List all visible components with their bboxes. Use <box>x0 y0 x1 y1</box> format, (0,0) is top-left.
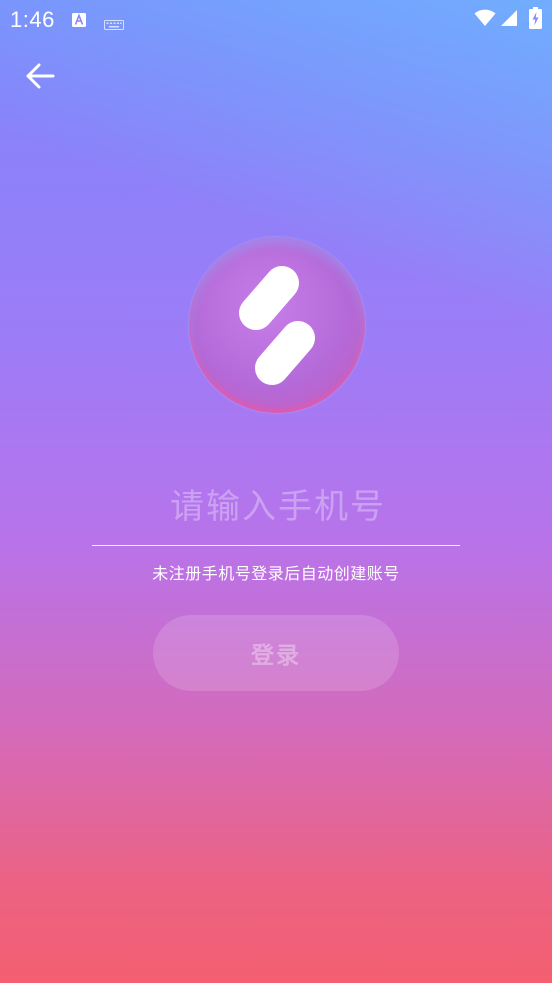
app-logo-icon <box>239 266 315 385</box>
auto-register-hint: 未注册手机号登录后自动创建账号 <box>152 564 400 583</box>
phone-number-input[interactable] <box>92 470 464 544</box>
arrow-left-icon <box>25 63 55 93</box>
back-button[interactable] <box>16 56 64 100</box>
wifi-icon <box>474 9 496 31</box>
app-logo <box>189 237 365 413</box>
keyboard-icon <box>104 15 124 34</box>
cell-signal-icon <box>500 9 518 31</box>
login-screen: 1:46 请输入手机号 未注册手机号登录后自动创建账号 登录 <box>0 0 552 983</box>
status-time: 1:46 <box>10 7 55 32</box>
a-notification-icon <box>72 12 86 31</box>
phone-input-container <box>92 470 464 546</box>
battery-charging-icon <box>529 7 542 33</box>
status-bar: 1:46 <box>0 0 552 38</box>
login-button[interactable]: 登录 <box>153 615 399 691</box>
